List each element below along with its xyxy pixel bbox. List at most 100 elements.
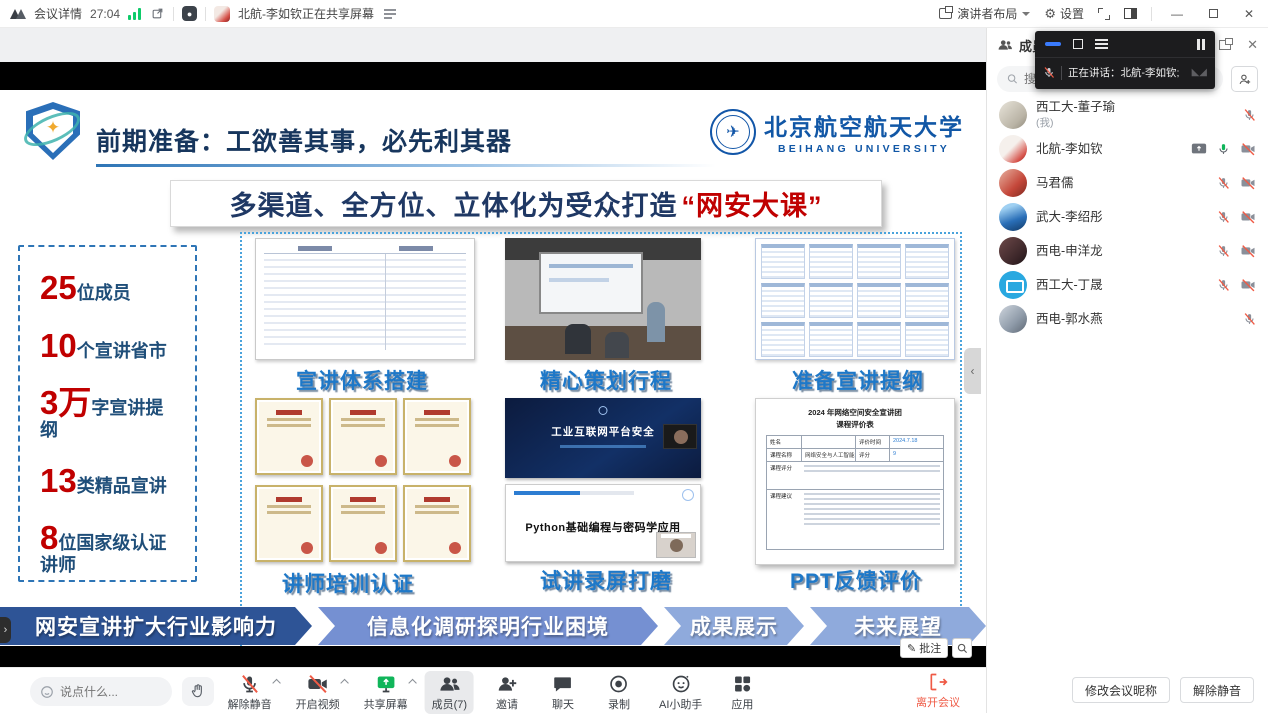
mic-muted-icon <box>1217 210 1230 224</box>
mic-muted-icon <box>1217 176 1230 190</box>
person-add-icon <box>1238 73 1252 86</box>
caption-3: 准备宣讲提纲 <box>792 365 924 395</box>
fullscreen-icon[interactable] <box>1098 8 1110 20</box>
member-row[interactable]: 西工大-董子瑜(我) <box>987 98 1268 132</box>
avatar <box>999 135 1027 163</box>
sidebar-collapse-handle[interactable]: ‹ <box>964 348 981 394</box>
preview-menu-icon[interactable] <box>1095 39 1108 49</box>
members-icon <box>997 38 1013 52</box>
divider <box>205 7 206 21</box>
watermark-logo-icon: ◣◢ <box>1192 67 1207 78</box>
chevron-up-icon[interactable] <box>340 679 348 687</box>
avatar <box>999 101 1027 129</box>
member-row[interactable]: 西电-郭水燕 <box>987 302 1268 336</box>
ai-assistant-icon <box>670 674 691 694</box>
meeting-timer: 27:04 <box>90 7 120 21</box>
camera-muted-icon <box>1240 279 1256 292</box>
mic-muted-icon <box>1243 108 1256 122</box>
meeting-toolbar: 解除静音 开启视频 共享屏幕 成员(7) 邀请 聊天 <box>0 667 986 713</box>
member-row[interactable]: 马君儒 <box>987 166 1268 200</box>
leave-meeting-button[interactable]: 离开会议 <box>916 672 960 710</box>
sharing-status-text: 北航-李如钦正在共享屏幕 <box>238 5 374 22</box>
classroom-photo <box>505 238 701 360</box>
member-row[interactable]: 北航-李如钦 <box>987 132 1268 166</box>
start-video-button[interactable]: 开启视频 <box>289 671 347 714</box>
maximize-button[interactable] <box>1202 4 1224 24</box>
chevron-banner-3: 成果展示 <box>664 607 804 645</box>
chevron-up-icon[interactable] <box>408 679 416 687</box>
caption-6: PPT反馈评价 <box>790 565 922 595</box>
popout-panel-icon[interactable] <box>1219 40 1231 50</box>
rename-button[interactable]: 修改会议昵称 <box>1072 677 1170 703</box>
topic-table-image <box>255 238 475 360</box>
search-icon <box>1007 73 1018 85</box>
sharer-avatar <box>214 6 230 22</box>
settings-button[interactable]: ⚙ 设置 <box>1044 5 1084 22</box>
open-external-icon[interactable] <box>149 6 165 22</box>
encryption-icon[interactable]: ● <box>182 6 197 21</box>
meeting-details-button[interactable]: 会议详情 <box>34 5 82 22</box>
members-button[interactable]: 成员(7) <box>425 671 474 714</box>
members-panel: 成员(7) ✕ 西工大-董子瑜(我) 北航-李如钦 马君儒 <box>986 28 1268 713</box>
mic-muted-icon <box>1217 244 1230 258</box>
avatar <box>999 305 1027 333</box>
share-preview-window[interactable]: 正在讲话：北航-李如钦; ◣◢ <box>1035 31 1215 89</box>
certificates-image <box>255 398 475 562</box>
mic-muted-icon <box>1243 312 1256 326</box>
zoom-button[interactable] <box>952 638 972 658</box>
left-expand-handle[interactable]: › <box>0 617 11 643</box>
annotate-button[interactable]: ✎ 批注 <box>900 638 948 658</box>
record-button[interactable]: 录制 <box>596 671 642 714</box>
network-signal-icon <box>128 8 141 20</box>
stat-item: 10个宣讲省市 <box>40 329 180 364</box>
apps-icon <box>732 674 752 694</box>
avatar <box>999 271 1027 299</box>
share-screen-button[interactable]: 共享屏幕 <box>357 671 415 714</box>
chat-quick-input[interactable] <box>30 677 172 706</box>
camera-muted-icon <box>1240 143 1256 156</box>
caption-5: 试讲录屏打磨 <box>540 565 672 595</box>
rehearsal-video-top: 工业互联网平台安全 <box>505 398 701 478</box>
shared-screen-area: ✦ 前期准备：工欲善其事，必先利其器 ✈ 北京航空航天大学 BEIHANG UN… <box>0 28 986 713</box>
member-row[interactable]: 武大-李绍彤 <box>987 200 1268 234</box>
mic-on-icon <box>1217 142 1230 156</box>
members-icon <box>438 674 460 694</box>
message-input[interactable] <box>60 685 150 699</box>
layout-toggle-icon[interactable] <box>1197 39 1205 50</box>
camera-muted-icon <box>1240 177 1256 190</box>
letterbox-bottom <box>0 646 986 667</box>
unmute-button[interactable]: 解除静音 <box>221 671 279 714</box>
caption-4: 讲师培训认证 <box>282 568 414 598</box>
stat-item: 3万字宣讲提纲 <box>40 386 180 440</box>
member-row[interactable]: 西电-申洋龙 <box>987 234 1268 268</box>
layout-icon <box>939 8 952 19</box>
sharing-menu-icon[interactable] <box>382 6 398 22</box>
chat-button[interactable]: 聊天 <box>540 671 586 714</box>
caption-1: 宣讲体系搭建 <box>296 365 428 395</box>
letterbox-top <box>0 62 986 90</box>
university-logo: ✈ 北京航空航天大学 BEIHANG UNIVERSITY <box>710 108 964 155</box>
university-seal-icon: ✈ <box>710 109 756 155</box>
minimize-button[interactable]: — <box>1166 4 1188 24</box>
minimize-preview-icon[interactable] <box>1045 42 1061 46</box>
outline-documents-image <box>755 238 955 360</box>
restore-preview-icon[interactable] <box>1073 39 1083 49</box>
evaluation-form-image: 2024 年网络空间安全宣讲团课程评价表 姓名 评价时间 2024.7.18 课… <box>755 398 955 565</box>
invite-button[interactable]: 邀请 <box>484 671 530 714</box>
layout-switch-button[interactable]: 演讲者布局 <box>939 5 1030 22</box>
ai-assistant-button[interactable]: AI小助手 <box>652 671 709 714</box>
gear-icon: ⚙ <box>1044 6 1056 22</box>
add-member-button[interactable] <box>1231 66 1258 92</box>
caption-2: 精心策划行程 <box>540 365 672 395</box>
close-button[interactable]: ✕ <box>1238 4 1260 24</box>
chevron-up-icon[interactable] <box>272 679 280 687</box>
side-panel-icon[interactable] <box>1124 8 1137 19</box>
apps-button[interactable]: 应用 <box>719 671 765 714</box>
member-row[interactable]: 西工大-丁晟 <box>987 268 1268 302</box>
chevron-banner-1: 网安宣讲扩大行业影响力 <box>0 607 312 645</box>
raise-hand-button[interactable] <box>182 677 214 706</box>
close-panel-icon[interactable]: ✕ <box>1247 37 1258 53</box>
webcam-inset <box>663 424 697 449</box>
sidebar-unmute-button[interactable]: 解除静音 <box>1180 677 1254 703</box>
title-underline <box>96 164 716 167</box>
